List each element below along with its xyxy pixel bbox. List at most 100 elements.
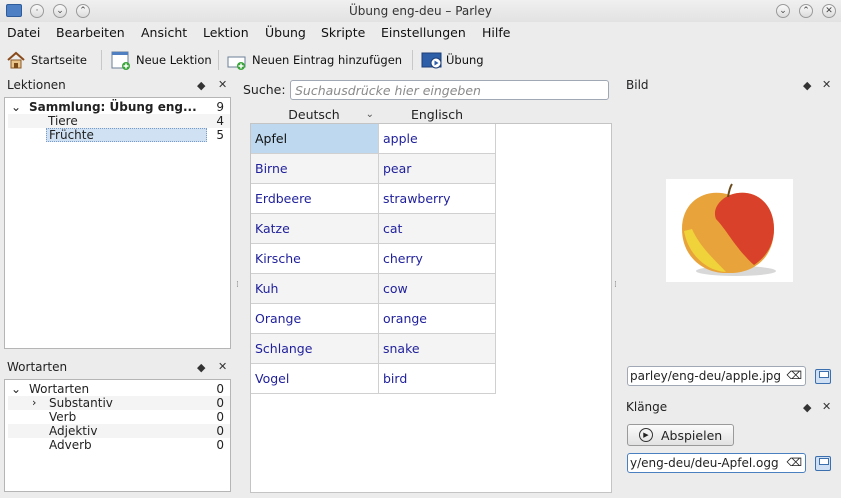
house-icon bbox=[6, 50, 26, 70]
lesson-item-fruechte[interactable]: Früchte bbox=[49, 128, 94, 142]
cell-deutsch[interactable]: Kirsche bbox=[251, 244, 379, 274]
window-title: Übung eng-deu – Parley bbox=[348, 4, 492, 18]
menu-bearbeiten[interactable]: Bearbeiten bbox=[56, 25, 125, 40]
sound-path: y/eng-deu/deu-Apfel.ogg bbox=[630, 456, 779, 470]
cell-deutsch[interactable]: Vogel bbox=[251, 364, 379, 394]
menu-datei[interactable]: Datei bbox=[7, 25, 40, 40]
close-button[interactable]: ✕ bbox=[822, 4, 836, 18]
wordtype-count-adverb: 0 bbox=[216, 438, 224, 452]
title-bar: · ⌄ ⌃ Übung eng-deu – Parley ⌄ ⌃ ✕ bbox=[0, 0, 841, 22]
wordtype-root-label[interactable]: Wortarten bbox=[29, 382, 89, 396]
wordtype-count-adjektiv: 0 bbox=[216, 424, 224, 438]
cell-deutsch[interactable]: Erdbeere bbox=[251, 184, 379, 214]
float-icon[interactable]: ◆ bbox=[803, 79, 811, 92]
float-icon[interactable]: ◆ bbox=[197, 361, 205, 374]
float-icon[interactable]: ◆ bbox=[197, 79, 205, 92]
new-lesson-icon bbox=[111, 50, 131, 70]
menu-hilfe[interactable]: Hilfe bbox=[482, 25, 510, 40]
lesson-item-tiere[interactable]: Tiere bbox=[48, 114, 78, 128]
lesson-count-fruechte: 5 bbox=[216, 128, 224, 142]
save-icon[interactable] bbox=[815, 456, 831, 471]
lesson-root-label[interactable]: Sammlung: Übung eng... bbox=[29, 100, 197, 114]
column-header-deutsch-label: Deutsch bbox=[288, 107, 340, 122]
tree-collapsed-icon[interactable]: › bbox=[32, 396, 36, 410]
lessons-tree[interactable]: ⌄ Sammlung: Übung eng... 9 Tiere 4 Früch… bbox=[4, 97, 231, 349]
column-header-englisch-label: Englisch bbox=[410, 107, 463, 122]
menu-lektion[interactable]: Lektion bbox=[203, 25, 249, 40]
maximize-button[interactable]: ⌃ bbox=[799, 4, 813, 18]
search-input[interactable]: Suchausdrücke hier eingeben bbox=[290, 80, 609, 100]
cell-englisch[interactable]: orange bbox=[379, 304, 496, 334]
practice-button[interactable]: Übung bbox=[421, 48, 484, 72]
image-path: parley/eng-deu/apple.jpg bbox=[630, 369, 782, 383]
toolbar: Startseite Neue Lektion Neuen Eintrag hi… bbox=[0, 44, 841, 74]
new-entry-label: Neuen Eintrag hinzufügen bbox=[252, 53, 403, 67]
cell-deutsch[interactable]: Apfel bbox=[251, 124, 379, 154]
clear-icon[interactable]: ⌫ bbox=[786, 456, 802, 469]
cell-englisch[interactable]: pear bbox=[379, 154, 496, 184]
play-button[interactable]: ▶ Abspielen bbox=[627, 424, 734, 446]
close-icon[interactable]: ✕ bbox=[218, 360, 227, 373]
wordtypes-tree[interactable]: ⌄ Wortarten 0 › Substantiv 0 Verb 0 Adje… bbox=[4, 379, 231, 492]
menu-einstellungen[interactable]: Einstellungen bbox=[381, 25, 466, 40]
cell-englisch[interactable]: apple bbox=[379, 124, 496, 154]
lesson-count-tiere: 4 bbox=[216, 114, 224, 128]
close-icon[interactable]: ✕ bbox=[822, 400, 831, 413]
menu-ansicht[interactable]: Ansicht bbox=[141, 25, 187, 40]
cell-englisch[interactable]: bird bbox=[379, 364, 496, 394]
menu-bar: Datei Bearbeiten Ansicht Lektion Übung S… bbox=[0, 22, 841, 42]
save-icon[interactable] bbox=[815, 369, 831, 384]
cell-deutsch[interactable]: Orange bbox=[251, 304, 379, 334]
cell-deutsch[interactable]: Schlange bbox=[251, 334, 379, 364]
wordtype-item-adverb[interactable]: Adverb bbox=[49, 438, 92, 452]
home-button[interactable]: Startseite bbox=[6, 48, 87, 72]
wordtype-item-substantiv[interactable]: Substantiv bbox=[49, 396, 113, 410]
cell-englisch[interactable]: strawberry bbox=[379, 184, 496, 214]
toolbar-separator bbox=[101, 50, 102, 70]
toolbar-separator bbox=[412, 50, 413, 70]
new-lesson-button[interactable]: Neue Lektion bbox=[111, 48, 212, 72]
home-label: Startseite bbox=[31, 53, 87, 67]
wordtype-root-count: 0 bbox=[216, 382, 224, 396]
splitter-handle[interactable]: ⁞ bbox=[236, 280, 239, 290]
column-header-englisch[interactable]: Englisch bbox=[379, 106, 495, 123]
wordtypes-panel-title: Wortarten bbox=[7, 360, 68, 374]
menu-uebung[interactable]: Übung bbox=[265, 25, 306, 40]
practice-label: Übung bbox=[446, 53, 484, 67]
sound-path-field[interactable]: y/eng-deu/deu-Apfel.ogg ⌫ bbox=[627, 453, 806, 473]
clear-icon[interactable]: ⌫ bbox=[786, 369, 802, 382]
lesson-root-count: 9 bbox=[216, 100, 224, 114]
column-header-deutsch[interactable]: Deutsch ⌄ bbox=[250, 106, 378, 123]
image-path-field[interactable]: parley/eng-deu/apple.jpg ⌫ bbox=[627, 366, 806, 386]
tree-expand-icon[interactable]: ⌄ bbox=[11, 100, 21, 114]
close-icon[interactable]: ✕ bbox=[218, 78, 227, 91]
tree-expand-icon[interactable]: ⌄ bbox=[11, 382, 21, 396]
cell-deutsch[interactable]: Kuh bbox=[251, 274, 379, 304]
cell-deutsch[interactable]: Katze bbox=[251, 214, 379, 244]
cell-englisch[interactable]: cat bbox=[379, 214, 496, 244]
wordtype-row-bg bbox=[8, 396, 230, 410]
close-icon[interactable]: ✕ bbox=[822, 78, 831, 91]
wordtype-item-adjektiv[interactable]: Adjektiv bbox=[49, 424, 97, 438]
menu-skripte[interactable]: Skripte bbox=[321, 25, 365, 40]
search-placeholder: Suchausdrücke hier eingeben bbox=[295, 83, 481, 98]
float-icon[interactable]: ◆ bbox=[803, 401, 811, 414]
toolbar-separator bbox=[218, 50, 219, 70]
play-label: Abspielen bbox=[661, 428, 723, 443]
cell-deutsch[interactable]: Birne bbox=[251, 154, 379, 184]
minimize-button[interactable]: ⌄ bbox=[776, 4, 790, 18]
practice-icon bbox=[421, 50, 442, 70]
wordtype-row-bg bbox=[8, 424, 230, 438]
cell-englisch[interactable]: snake bbox=[379, 334, 496, 364]
wordtype-item-verb[interactable]: Verb bbox=[49, 410, 76, 424]
search-label: Suche: bbox=[243, 82, 286, 97]
new-lesson-label: Neue Lektion bbox=[136, 53, 212, 67]
splitter-handle[interactable]: ⁞ bbox=[614, 280, 617, 290]
cell-englisch[interactable]: cow bbox=[379, 274, 496, 304]
sort-indicator-icon: ⌄ bbox=[365, 109, 374, 120]
new-entry-icon bbox=[227, 50, 247, 70]
cell-englisch[interactable]: cherry bbox=[379, 244, 496, 274]
wordtype-count-substantiv: 0 bbox=[216, 396, 224, 410]
lesson-row-bg bbox=[8, 114, 230, 128]
new-entry-button[interactable]: Neuen Eintrag hinzufügen bbox=[227, 48, 402, 72]
